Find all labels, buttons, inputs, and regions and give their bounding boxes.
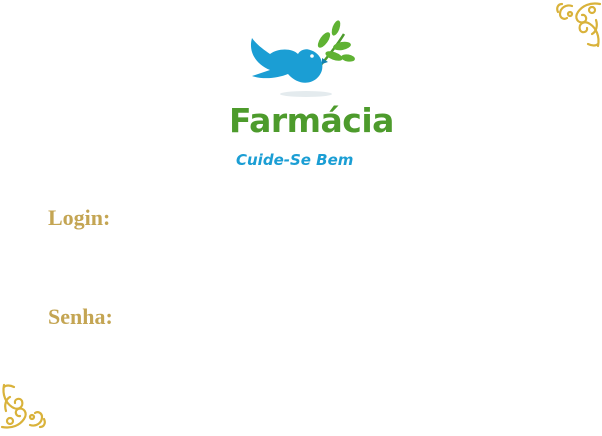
brand-name: Farmácia (229, 101, 394, 140)
senha-label: Senha: (48, 304, 113, 329)
corner-ornament-top-right-icon (552, 0, 602, 50)
login-label: Login: (48, 205, 111, 230)
dove-with-olive-branch-icon (250, 20, 355, 97)
corner-ornament-bottom-left-icon (0, 381, 50, 431)
senha-input[interactable] (132, 302, 436, 332)
login-input[interactable] (132, 203, 436, 233)
brand-tagline: Cuide-Se Bem (236, 151, 354, 169)
